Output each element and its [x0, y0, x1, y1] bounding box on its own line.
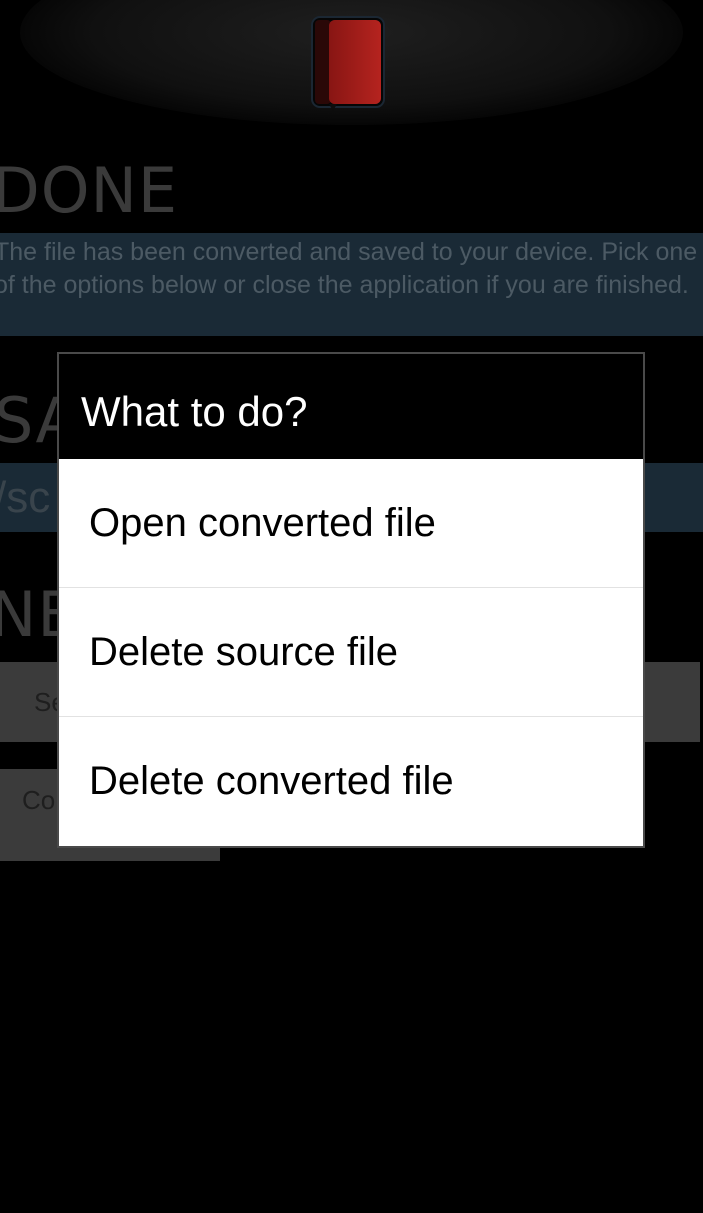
delete-converted-file-option[interactable]: Delete converted file [59, 717, 643, 846]
what-to-do-dialog: What to do? Open converted file Delete s… [57, 352, 645, 848]
delete-source-file-option[interactable]: Delete source file [59, 588, 643, 717]
dialog-title: What to do? [59, 354, 643, 459]
open-converted-file-option[interactable]: Open converted file [59, 459, 643, 588]
dialog-options-list: Open converted file Delete source file D… [59, 459, 643, 846]
